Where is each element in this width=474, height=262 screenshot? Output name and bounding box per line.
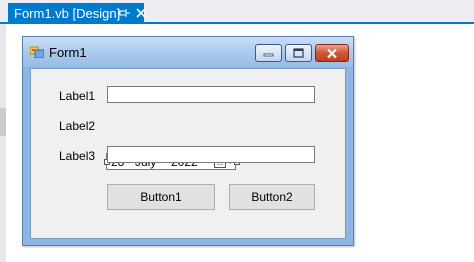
form-title-bar[interactable]: Form1 — [23, 37, 353, 67]
button1-label: Button1 — [140, 190, 182, 204]
minimize-icon — [263, 53, 274, 57]
form-window[interactable]: Form1 Label1 Label2 28 July 20 — [22, 36, 354, 246]
close-icon[interactable] — [135, 6, 147, 20]
pin-icon[interactable] — [118, 6, 130, 20]
maximize-icon — [293, 48, 304, 58]
document-tab-strip: Form1.vb [Design] — [0, 0, 474, 24]
textbox1[interactable] — [107, 86, 315, 103]
document-tab-form1-design[interactable]: Form1.vb [Design] — [8, 3, 147, 24]
label2: Label2 — [59, 119, 96, 133]
label3: Label3 — [59, 149, 96, 163]
button1[interactable]: Button1 — [107, 184, 215, 210]
form-app-icon — [30, 46, 44, 58]
form-client-area: Label1 Label2 28 July 2022 Label3 Button… — [30, 68, 346, 239]
designer-left-margin — [0, 24, 6, 262]
button2-label: Button2 — [251, 190, 293, 204]
label1: Label1 — [59, 89, 96, 103]
textbox2[interactable] — [107, 146, 315, 163]
close-button[interactable] — [315, 44, 349, 62]
minimize-button[interactable] — [255, 44, 282, 62]
button2[interactable]: Button2 — [229, 184, 315, 210]
designer-left-marker — [0, 108, 6, 136]
maximize-button[interactable] — [285, 44, 312, 62]
form-title: Form1 — [49, 45, 87, 60]
close-x-icon — [327, 48, 337, 58]
document-tab-title: Form1.vb [Design] — [14, 6, 121, 21]
